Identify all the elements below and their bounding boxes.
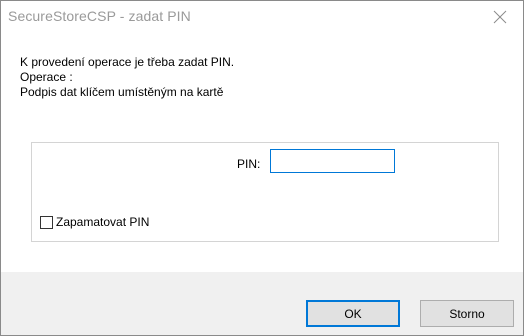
window-title: SecureStoreCSP - zadat PIN — [8, 8, 191, 24]
message-line-3: Podpis dat klíčem umístěným na kartě — [20, 85, 224, 99]
remember-pin-checkbox[interactable]: Zapamatovat PIN — [40, 215, 149, 229]
dialog-content: K provedení operace je třeba zadat PIN. … — [1, 32, 523, 272]
title-bar[interactable]: SecureStoreCSP - zadat PIN — [1, 1, 523, 32]
pin-input[interactable] — [270, 149, 395, 173]
close-icon — [493, 10, 507, 23]
pin-label: PIN: — [237, 157, 261, 171]
message-line-1: K provedení operace je třeba zadat PIN. — [20, 55, 235, 69]
message-line-2: Operace : — [20, 70, 73, 84]
dialog-window: SecureStoreCSP - zadat PIN K provedení o… — [0, 0, 524, 336]
cancel-button[interactable]: Storno — [420, 300, 514, 327]
ok-button[interactable]: OK — [306, 300, 400, 327]
pin-panel: PIN: Zapamatovat PIN — [31, 142, 499, 242]
remember-pin-label: Zapamatovat PIN — [56, 215, 150, 229]
checkbox-box[interactable] — [40, 215, 53, 229]
close-button[interactable] — [477, 1, 523, 32]
